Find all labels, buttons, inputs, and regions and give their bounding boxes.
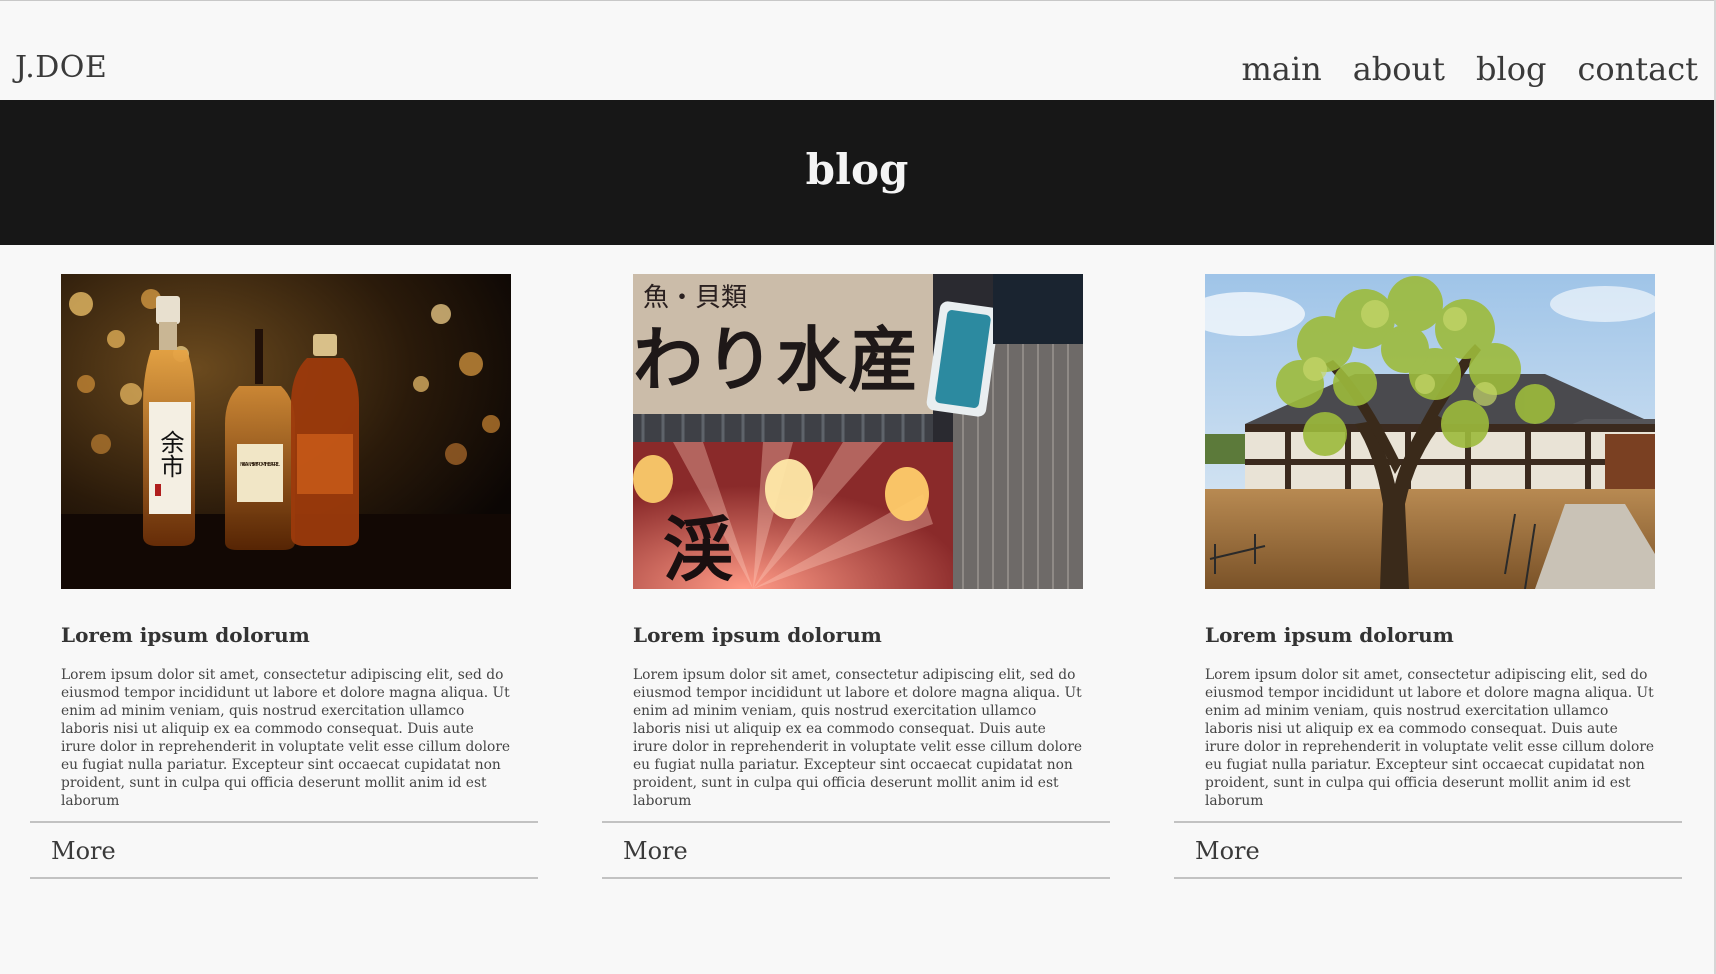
post-excerpt: Lorem ipsum dolor sit amet, consectetur …: [633, 667, 1083, 809]
nav-link-blog[interactable]: blog: [1476, 50, 1546, 88]
page-title: blog: [805, 145, 909, 194]
page-banner: blog: [0, 100, 1714, 245]
nav-link-main[interactable]: main: [1241, 50, 1321, 88]
more-label: More: [623, 837, 688, 865]
sign-top-text: 魚・貝類: [643, 283, 747, 313]
bottle-right: [291, 334, 359, 546]
bottle-middle-label-text: NIKKA WHISKY FROM THE BARREL: [240, 462, 281, 468]
site-logo[interactable]: J.DOE: [15, 50, 107, 85]
post-excerpt: Lorem ipsum dolor sit amet, consectetur …: [61, 667, 511, 809]
main-nav: main about blog contact: [1241, 50, 1698, 88]
blog-card: 余市 NIKKA WHISKY FROM THE BARREL Lorem ip…: [30, 274, 540, 879]
more-button[interactable]: More: [602, 821, 1110, 879]
nav-link-about[interactable]: about: [1353, 50, 1445, 88]
whisky-bottles-photo: 余市 NIKKA WHISKY FROM THE BARREL: [61, 274, 511, 589]
post-title: Lorem ipsum dolorum: [1205, 623, 1454, 647]
post-title: Lorem ipsum dolorum: [61, 623, 310, 647]
post-title: Lorem ipsum dolorum: [633, 623, 882, 647]
nav-link-contact[interactable]: contact: [1577, 50, 1698, 88]
street-sign-image[interactable]: 魚・貝類 わり水産 渓: [633, 274, 1083, 589]
japanese-street-sign-photo: 魚・貝類 わり水産 渓: [633, 274, 1083, 589]
more-label: More: [51, 837, 116, 865]
bottle-label-text: 余市: [156, 430, 184, 478]
temple-tree-image[interactable]: [1205, 274, 1655, 589]
more-label: More: [1195, 837, 1260, 865]
sign-main-text: わり水産: [633, 319, 918, 401]
more-button[interactable]: More: [30, 821, 538, 879]
post-excerpt: Lorem ipsum dolor sit amet, consectetur …: [1205, 667, 1655, 809]
blog-card: Lorem ipsum dolorum Lorem ipsum dolor si…: [1174, 274, 1684, 879]
temple-tree-photo: [1205, 274, 1655, 589]
sign-lower-text: 渓: [663, 509, 733, 589]
site-header: J.DOE main about blog contact: [0, 0, 1714, 100]
whisky-bottles-image[interactable]: 余市 NIKKA WHISKY FROM THE BARREL: [61, 274, 511, 589]
blog-card: 魚・貝類 わり水産 渓 Lorem ipsum dolorum Lorem ip…: [602, 274, 1112, 879]
more-button[interactable]: More: [1174, 821, 1682, 879]
